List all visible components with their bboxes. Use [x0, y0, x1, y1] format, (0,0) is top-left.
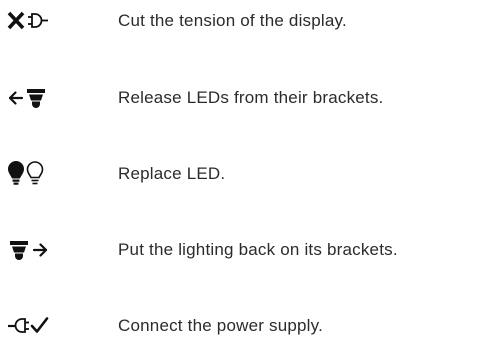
- arrow-left-icon: [8, 91, 24, 105]
- led-fixture-icon: [27, 89, 45, 108]
- instruction-step-cut-power: Cut the tension of the display.: [0, 1, 500, 41]
- step-icons: [0, 306, 100, 346]
- arrow-right-icon: [32, 243, 48, 257]
- step-text: Connect the power supply.: [118, 316, 324, 335]
- step-icons: [0, 78, 100, 118]
- instruction-step-release-leds: Release LEDs from their brackets.: [0, 78, 500, 118]
- plug-icon: [8, 318, 29, 333]
- checkmark-icon: [30, 317, 49, 333]
- instruction-step-replace-led: Replace LED.: [0, 154, 500, 194]
- step-icons-graphic: [7, 11, 48, 30]
- step-icons-graphic: [8, 89, 45, 108]
- step-icons: [0, 230, 100, 270]
- step-text: Cut the tension of the display.: [118, 11, 347, 30]
- led-fixture-icon: [10, 241, 28, 260]
- bulb-filled-icon: [8, 161, 24, 185]
- instruction-step-reattach-lighting: Put the lighting back on its brackets.: [0, 230, 500, 270]
- plug-icon: [28, 13, 48, 28]
- step-text: Put the lighting back on its brackets.: [118, 240, 398, 259]
- step-icons-graphic: [8, 161, 44, 185]
- step-icons-graphic: [10, 241, 48, 260]
- step-icons-graphic: [8, 317, 49, 333]
- step-text: Replace LED.: [118, 164, 226, 183]
- step-text: Release LEDs from their brackets.: [118, 88, 384, 107]
- bulb-outline-icon: [26, 161, 44, 185]
- step-icons: [0, 154, 100, 194]
- step-icons: [0, 1, 100, 41]
- close-icon: [7, 11, 25, 30]
- instruction-step-connect-power: Connect the power supply.: [0, 306, 500, 346]
